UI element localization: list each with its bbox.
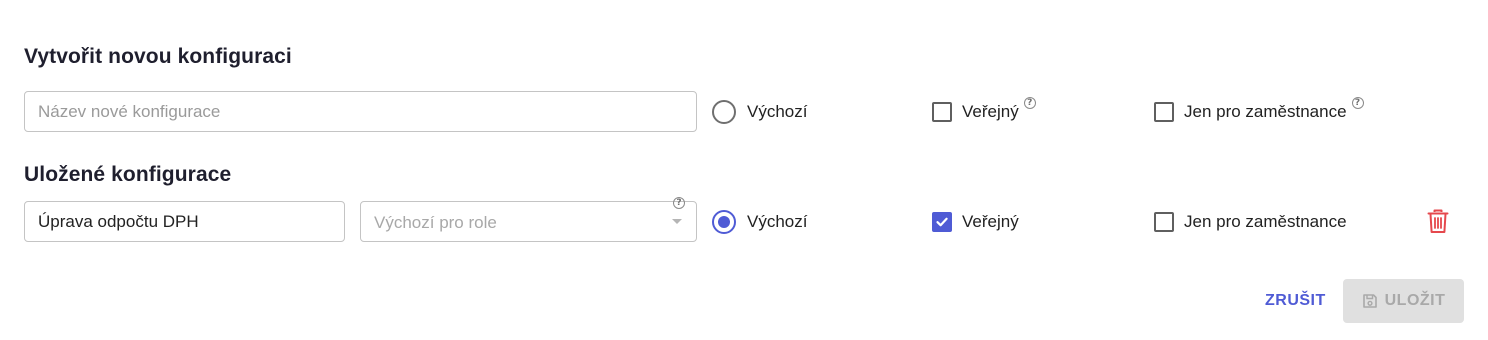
new-employees-only-label: Jen pro zaměstnance bbox=[1184, 102, 1347, 121]
checkbox-indicator[interactable] bbox=[1154, 212, 1174, 232]
saved-config-name-input[interactable] bbox=[24, 201, 345, 242]
saved-default-radio[interactable]: Výchozí bbox=[712, 210, 807, 234]
radio-indicator-checked[interactable] bbox=[712, 210, 736, 234]
new-public-checkbox[interactable]: Veřejný ? bbox=[932, 97, 1036, 122]
default-for-roles-select[interactable]: Výchozí pro role ? bbox=[360, 197, 697, 242]
new-default-radio[interactable]: Výchozí bbox=[712, 100, 807, 124]
new-config-title: Vytvořit novou konfiguraci bbox=[24, 45, 292, 68]
save-button-label: ULOŽIT bbox=[1384, 292, 1446, 309]
saved-employees-only-checkbox[interactable]: Jen pro zaměstnance bbox=[1154, 212, 1347, 232]
radio-indicator[interactable] bbox=[712, 100, 736, 124]
help-icon[interactable]: ? bbox=[673, 197, 685, 209]
new-default-label: Výchozí bbox=[747, 102, 808, 121]
new-config-name-input[interactable] bbox=[24, 91, 697, 132]
new-employees-only-checkbox[interactable]: Jen pro zaměstnance ? bbox=[1154, 97, 1364, 122]
saved-employees-only-label: Jen pro zaměstnance bbox=[1184, 212, 1347, 231]
new-public-label: Veřejný bbox=[962, 102, 1019, 121]
roles-select-placeholder: Výchozí pro role bbox=[374, 213, 497, 232]
checkbox-indicator[interactable] bbox=[932, 102, 952, 122]
saved-public-checkbox[interactable]: Veřejný bbox=[932, 212, 1019, 232]
help-icon[interactable]: ? bbox=[1023, 97, 1036, 109]
trash-icon[interactable] bbox=[1427, 209, 1449, 239]
checkbox-indicator[interactable] bbox=[1154, 102, 1174, 122]
saved-configs-title: Uložené konfigurace bbox=[24, 163, 232, 186]
help-icon[interactable]: ? bbox=[1351, 97, 1364, 109]
save-icon bbox=[1362, 293, 1378, 309]
save-button[interactable]: ULOŽIT bbox=[1343, 279, 1464, 323]
cancel-button[interactable]: ZRUŠIT bbox=[1253, 280, 1338, 322]
chevron-down-icon[interactable] bbox=[672, 219, 682, 224]
saved-public-label: Veřejný bbox=[962, 212, 1019, 231]
saved-default-label: Výchozí bbox=[747, 212, 808, 231]
check-icon bbox=[936, 217, 948, 227]
checkbox-indicator-checked[interactable] bbox=[932, 212, 952, 232]
